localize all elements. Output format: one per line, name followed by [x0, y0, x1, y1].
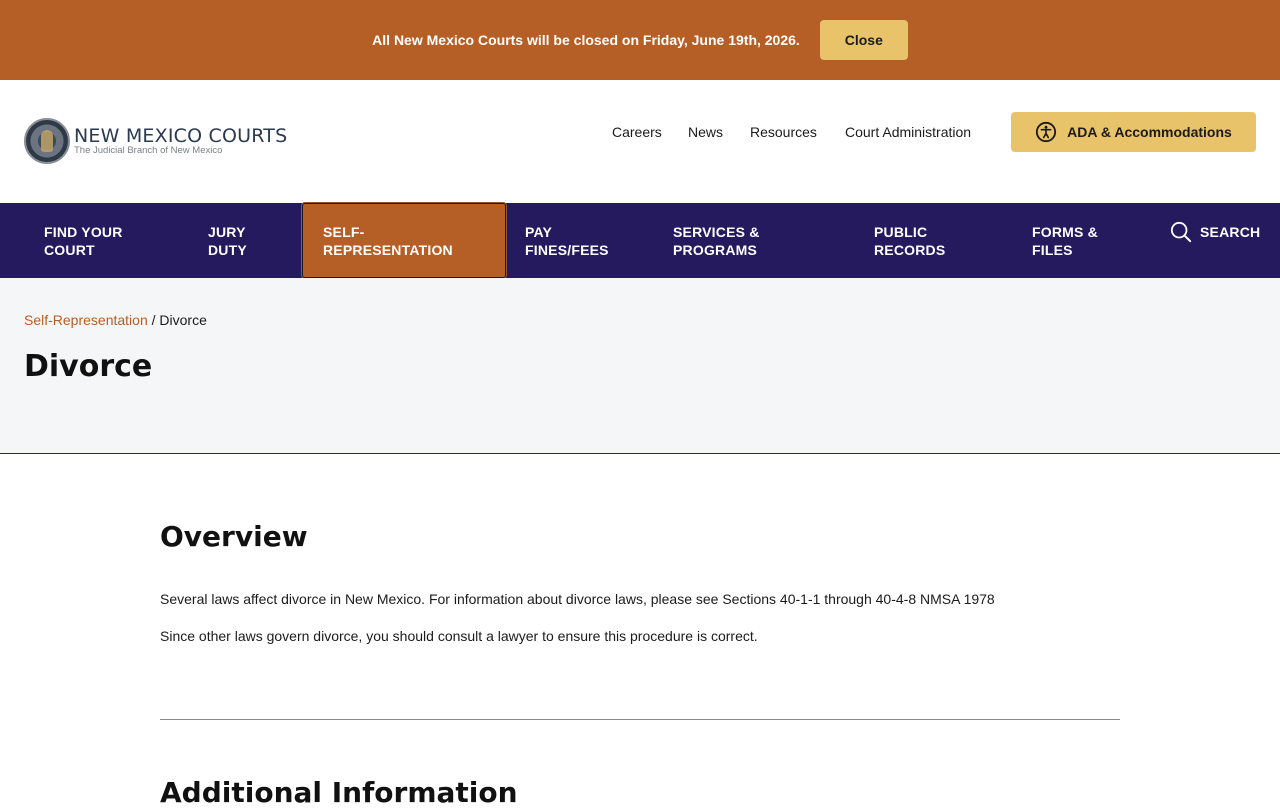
- ada-accommodations-button[interactable]: ADA & Accommodations: [1011, 112, 1256, 152]
- nav-pay-fines-fees[interactable]: PAY FINES/FEES: [525, 203, 655, 278]
- util-link-resources[interactable]: Resources: [750, 124, 817, 140]
- nav-self-representation[interactable]: SELF- REPRESENTATION: [301, 202, 507, 279]
- breadcrumb: Self-Representation / Divorce: [24, 312, 207, 328]
- section-divider: [160, 719, 1120, 720]
- page-title: Divorce: [24, 349, 153, 384]
- nav-services-programs[interactable]: SERVICES & PROGRAMS: [673, 203, 843, 278]
- search-icon: [1170, 221, 1192, 242]
- nav-forms-files[interactable]: FORMS & FILES: [1032, 203, 1142, 278]
- breadcrumb-link-self-representation[interactable]: Self-Representation: [24, 312, 148, 328]
- alert-banner: All New Mexico Courts will be closed on …: [0, 0, 1280, 80]
- nav-label: SELF- REPRESENTATION: [323, 223, 453, 258]
- logo-title: NEW MEXICO COURTS: [74, 125, 288, 147]
- nav-public-records[interactable]: PUBLIC RECORDS: [874, 203, 1004, 278]
- overview-heading: Overview: [160, 520, 308, 553]
- nav-label: PUBLIC RECORDS: [874, 223, 946, 258]
- court-seal-icon: [24, 118, 70, 164]
- nav-label: PAY FINES/FEES: [525, 223, 609, 258]
- overview-paragraph: Several laws affect divorce in New Mexic…: [160, 591, 995, 607]
- util-link-news[interactable]: News: [688, 124, 723, 140]
- additional-info-heading: Additional Information: [160, 776, 518, 809]
- nav-label: FIND YOUR COURT: [44, 223, 123, 258]
- util-link-court-administration[interactable]: Court Administration: [845, 124, 971, 140]
- page-header-band: Self-Representation / Divorce Divorce: [0, 278, 1280, 454]
- nav-find-your-court[interactable]: FIND YOUR COURT: [44, 203, 174, 278]
- site-logo[interactable]: NEW MEXICO COURTS The Judicial Branch of…: [24, 118, 287, 164]
- search-button[interactable]: SEARCH: [1170, 194, 1270, 269]
- search-label: SEARCH: [1200, 223, 1261, 240]
- overview-paragraph: Since other laws govern divorce, you sho…: [160, 628, 758, 644]
- ada-button-label: ADA & Accommodations: [1067, 124, 1232, 140]
- nav-label: FORMS & FILES: [1032, 223, 1098, 258]
- logo-subtitle: The Judicial Branch of New Mexico: [74, 145, 223, 156]
- nav-jury-duty[interactable]: JURY DUTY: [208, 203, 298, 278]
- alert-text: All New Mexico Courts will be closed on …: [372, 32, 800, 48]
- accessibility-icon: [1036, 121, 1057, 143]
- breadcrumb-separator: /: [147, 312, 160, 328]
- main-nav: FIND YOUR COURT JURY DUTY SELF- REPRESEN…: [0, 202, 1280, 279]
- close-alert-button[interactable]: Close: [819, 20, 908, 60]
- site-header: NEW MEXICO COURTS The Judicial Branch of…: [0, 80, 1280, 203]
- breadcrumb-current: Divorce: [159, 312, 207, 328]
- nav-label: JURY DUTY: [208, 223, 247, 258]
- nav-label: SERVICES & PROGRAMS: [673, 223, 760, 258]
- util-link-careers[interactable]: Careers: [612, 124, 662, 140]
